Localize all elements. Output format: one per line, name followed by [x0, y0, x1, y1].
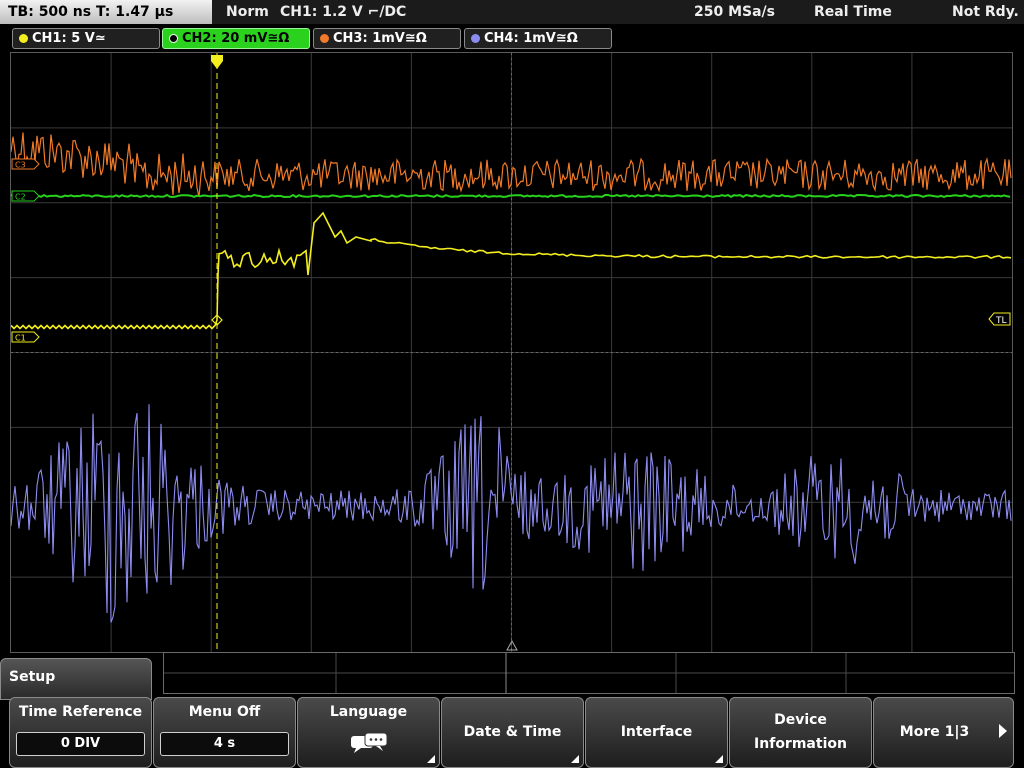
- ch2-ground-marker: C2: [11, 190, 40, 202]
- channel-label: CH1: 5 V≃: [32, 31, 106, 46]
- lower-info-panel: [163, 652, 1015, 694]
- waveform-display[interactable]: C3 C2 C1 TL: [10, 52, 1013, 653]
- trigger-mode[interactable]: Norm: [226, 0, 269, 24]
- menu-title-tab: Setup: [0, 658, 152, 700]
- channel-tab-ch1[interactable]: CH1: 5 V≃: [12, 28, 160, 49]
- trigger-position-marker-icon: [211, 55, 223, 69]
- softkey-label: Interface: [620, 724, 693, 740]
- timebase-readout: TB: 500 ns: [8, 4, 92, 20]
- softkey-label: Language: [329, 704, 408, 720]
- ch1-ground-marker: C1: [11, 331, 40, 343]
- submenu-corner-icon: [571, 755, 579, 763]
- date-time-softkey[interactable]: Date & Time: [441, 697, 584, 768]
- acquisition-state: Not Rdy.: [952, 4, 1019, 20]
- softkey-label-line2: Information: [754, 736, 847, 752]
- channel-label: CH2: 20 mV≅Ω: [182, 31, 290, 46]
- ch2-ground-label: C2: [15, 193, 26, 202]
- interface-softkey[interactable]: Interface: [585, 697, 728, 768]
- softkey-label: More 1|3: [899, 724, 970, 740]
- ch3-ground-label: C3: [15, 161, 26, 170]
- time-reference-value: 0 DIV: [16, 732, 145, 756]
- trigger-level-marker: TL: [988, 312, 1011, 326]
- ch2-color-dot-icon: [169, 34, 178, 43]
- menu-title: Setup: [9, 669, 56, 685]
- trigger-level-label: TL: [995, 316, 1007, 326]
- softkey-label: Time Reference: [18, 704, 143, 720]
- language-softkey[interactable]: Language: [297, 697, 440, 768]
- speech-bubbles-icon: [351, 732, 388, 753]
- time-reference-softkey[interactable]: Time Reference 0 DIV: [9, 697, 152, 768]
- channel-label: CH4: 1mV≅Ω: [484, 31, 578, 46]
- next-page-arrow-icon: [999, 724, 1007, 738]
- softkey-label-line1: Device: [774, 712, 827, 728]
- acquisition-mode: Real Time: [814, 4, 892, 20]
- channel-tab-ch3[interactable]: CH3: 1mV≅Ω: [313, 28, 461, 49]
- ch1-color-dot-icon: [19, 34, 28, 43]
- ch2-waveform: [10, 193, 1011, 199]
- menu-off-value: 4 s: [160, 732, 289, 756]
- ch1-ground-label: C1: [15, 334, 26, 343]
- trigger-time-readout: T: 1.47 μs: [96, 4, 174, 20]
- graticule-grid: [11, 53, 1012, 652]
- ch3-color-dot-icon: [320, 34, 329, 43]
- device-information-softkey[interactable]: Device Information: [729, 697, 872, 768]
- channel-label: CH3: 1mV≅Ω: [333, 31, 427, 46]
- ch3-ground-marker: C3: [11, 158, 40, 170]
- channel-tab-ch2[interactable]: CH2: 20 mV≅Ω: [162, 28, 310, 49]
- channel-tab-ch4[interactable]: CH4: 1mV≅Ω: [464, 28, 612, 49]
- trigger-info[interactable]: CH1: 1.2 V ⌐/DC: [280, 0, 406, 24]
- submenu-corner-icon: [427, 755, 435, 763]
- timebase-panel[interactable]: TB: 500 ns T: 1.47 μs: [0, 0, 212, 24]
- softkey-label: Date & Time: [463, 724, 562, 740]
- submenu-corner-icon: [715, 755, 723, 763]
- sample-rate: 250 MSa/s: [694, 4, 776, 20]
- softkey-label: Menu Off: [188, 704, 261, 720]
- menu-off-softkey[interactable]: Menu Off 4 s: [153, 697, 296, 768]
- more-softkey[interactable]: More 1|3: [873, 697, 1014, 768]
- ch4-color-dot-icon: [471, 34, 480, 43]
